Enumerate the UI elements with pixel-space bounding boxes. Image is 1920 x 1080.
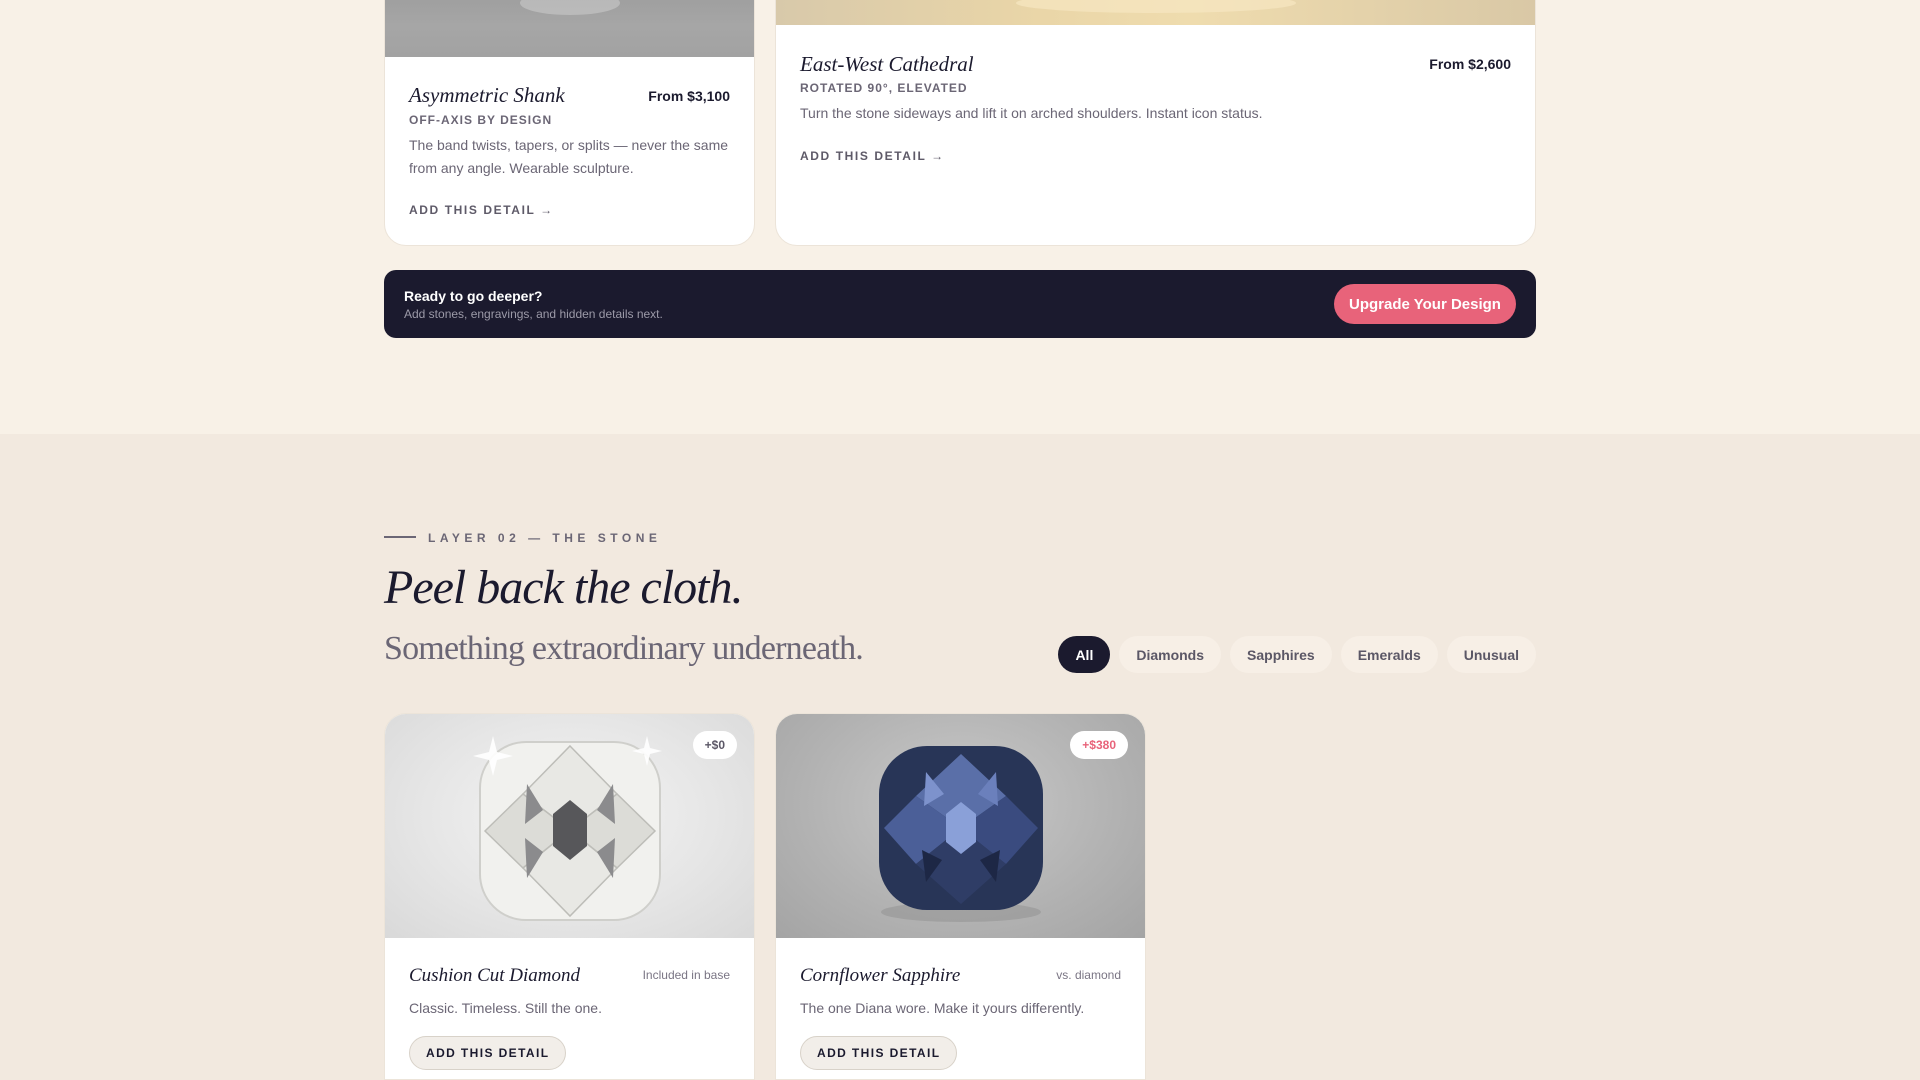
gray-ring-photo xyxy=(385,0,754,57)
gold-ring-photo xyxy=(776,0,1535,25)
sapphire-photo: +$380 xyxy=(776,714,1145,938)
section-headline: Peel back the cloth. xyxy=(384,561,743,614)
upgrade-cta-bar: Ready to go deeper? Add stones, engravin… xyxy=(384,270,1536,338)
stone-note: Included in base xyxy=(642,968,730,982)
filter-chip-sapphires[interactable]: Sapphires xyxy=(1230,636,1332,673)
add-detail-button[interactable]: ADD THIS DETAIL xyxy=(409,1036,567,1070)
detail-card-asymmetric-shank: Asymmetric Shank From $3,100 OFF-AXIS BY… xyxy=(384,0,755,246)
stone-description: Classic. Timeless. Still the one. xyxy=(409,1000,602,1016)
filter-chip-emeralds[interactable]: Emeralds xyxy=(1340,636,1438,673)
cta-title: Ready to go deeper? xyxy=(404,288,543,304)
detail-card-east-west-cathedral: East-West Cathedral From $2,600 ROTATED … xyxy=(775,0,1536,246)
diamond-photo: +$0 xyxy=(385,714,754,938)
stone-note: vs. diamond xyxy=(1056,968,1121,982)
filter-chip-diamonds[interactable]: Diamonds xyxy=(1119,636,1222,673)
detail-card-title: Asymmetric Shank xyxy=(409,83,565,107)
detail-card-description: Turn the stone sideways and lift it on a… xyxy=(800,105,1263,121)
add-detail-link[interactable]: ADD THIS DETAIL → xyxy=(800,149,945,163)
stone-description: The one Diana wore. Make it yours differ… xyxy=(800,1000,1085,1016)
detail-card-price: From $3,100 xyxy=(648,88,730,104)
section-subhead: Something extraordinary underneath. xyxy=(384,630,864,667)
stone-card-cornflower-sapphire[interactable]: +$380 Cornflower Sapphire vs. diamond Th… xyxy=(775,713,1146,1080)
detail-card-subtitle: OFF-AXIS BY DESIGN xyxy=(409,113,553,127)
stone-filter-chips: All Diamonds Sapphires Emeralds Unusual xyxy=(1058,636,1536,673)
filter-chip-all[interactable]: All xyxy=(1058,636,1111,673)
stone-title: Cushion Cut Diamond xyxy=(409,965,581,986)
eyebrow-rule xyxy=(384,536,416,538)
stone-card-cushion-diamond[interactable]: +$0 Cushion Cut Diamond Included in base… xyxy=(384,713,755,1080)
stone-title: Cornflower Sapphire xyxy=(800,965,961,986)
detail-card-price: From $2,600 xyxy=(1429,56,1511,72)
section-eyebrow: LAYER 02 — THE STONE xyxy=(428,531,662,545)
price-delta-badge: +$380 xyxy=(1070,731,1128,759)
add-detail-link[interactable]: ADD THIS DETAIL → xyxy=(409,203,554,217)
add-detail-button[interactable]: ADD THIS DETAIL xyxy=(800,1036,958,1070)
detail-card-description: The band twists, tapers, or splits — nev… xyxy=(409,137,729,176)
ring-photo-glint xyxy=(520,0,620,15)
upgrade-design-button[interactable]: Upgrade Your Design xyxy=(1334,284,1516,324)
filter-chip-unusual[interactable]: Unusual xyxy=(1446,636,1536,673)
detail-card-subtitle: ROTATED 90°, ELEVATED xyxy=(800,81,968,95)
price-delta-badge: +$0 xyxy=(692,731,737,759)
detail-card-title: East-West Cathedral xyxy=(800,52,974,76)
gold-ring-glint xyxy=(1016,0,1296,13)
cta-subtitle: Add stones, engravings, and hidden detai… xyxy=(404,307,663,321)
